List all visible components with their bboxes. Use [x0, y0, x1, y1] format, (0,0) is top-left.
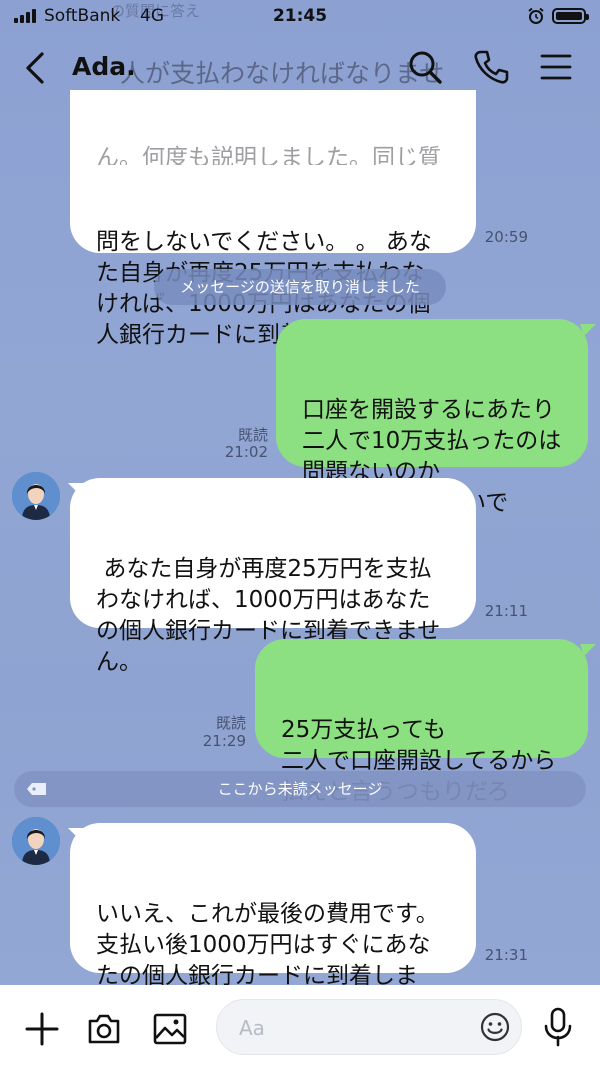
- message-input-bar: [0, 985, 600, 1067]
- message-time: 21:31: [484, 946, 528, 964]
- read-receipt: 既読: [237, 426, 268, 444]
- read-receipt: 既読: [215, 714, 246, 732]
- message-bubble-received[interactable]: いいえ、これが最後の費用です。 支払い後1000万円はすぐにあな たの個人銀行カ…: [70, 823, 476, 1020]
- phone-icon[interactable]: [472, 48, 510, 86]
- message-time: 21:02: [224, 443, 268, 461]
- message-bubble-sent[interactable]: 口座を開設するにあたり 二人で10万支払ったのは 問題ないのか 何回も聞かせない…: [276, 319, 588, 516]
- alarm-icon: [528, 7, 544, 24]
- bubble-tail: [580, 324, 596, 336]
- scrolled-message-ghost: 人が支払わなければなりませ: [120, 59, 445, 88]
- plus-icon[interactable]: [24, 1011, 60, 1047]
- avatar[interactable]: [12, 472, 60, 520]
- chevron-left-icon[interactable]: [20, 50, 50, 86]
- emoji-icon[interactable]: [479, 1011, 511, 1043]
- message-time: 21:11: [484, 602, 528, 620]
- avatar[interactable]: [12, 817, 60, 865]
- bubble-tail: [580, 644, 596, 656]
- unsent-notice: メッセージの送信を取り消しました: [154, 269, 446, 305]
- tag-icon: [27, 783, 46, 795]
- search-icon[interactable]: [406, 48, 444, 86]
- message-bubble-received[interactable]: ん。何度も説明しました。同じ質 問をしないでください。 。 あな た自身が再度2…: [70, 90, 476, 348]
- unread-divider-label: ここから未読メッセージ: [217, 780, 383, 798]
- message-time: 20:59: [484, 228, 528, 246]
- message-time: 21:29: [202, 732, 246, 750]
- message-input[interactable]: [237, 1008, 471, 1048]
- image-icon[interactable]: [152, 1011, 188, 1047]
- unread-divider: ここから未読メッセージ: [14, 771, 586, 807]
- status-bar: の質問に答え SoftBank 4G 21:45: [0, 0, 600, 34]
- contact-name[interactable]: Ada.: [72, 52, 136, 81]
- microphone-icon[interactable]: [541, 1007, 575, 1047]
- status-time: 21:45: [272, 6, 328, 26]
- message-text-faded: ん。何度も説明しました。同じ質: [96, 145, 441, 165]
- menu-icon[interactable]: [537, 48, 575, 86]
- camera-icon[interactable]: [86, 1011, 122, 1047]
- message-bubble-sent[interactable]: 25万支払っても 二人で口座開設してるから 払えと言うつもりだろ: [255, 639, 588, 805]
- message-bubble-received[interactable]: あなた自身が再度25万円を支払 わなければ、1000万円はあなた の個人銀行カー…: [70, 478, 476, 675]
- message-input-field[interactable]: [216, 999, 522, 1055]
- battery-icon: [552, 8, 589, 24]
